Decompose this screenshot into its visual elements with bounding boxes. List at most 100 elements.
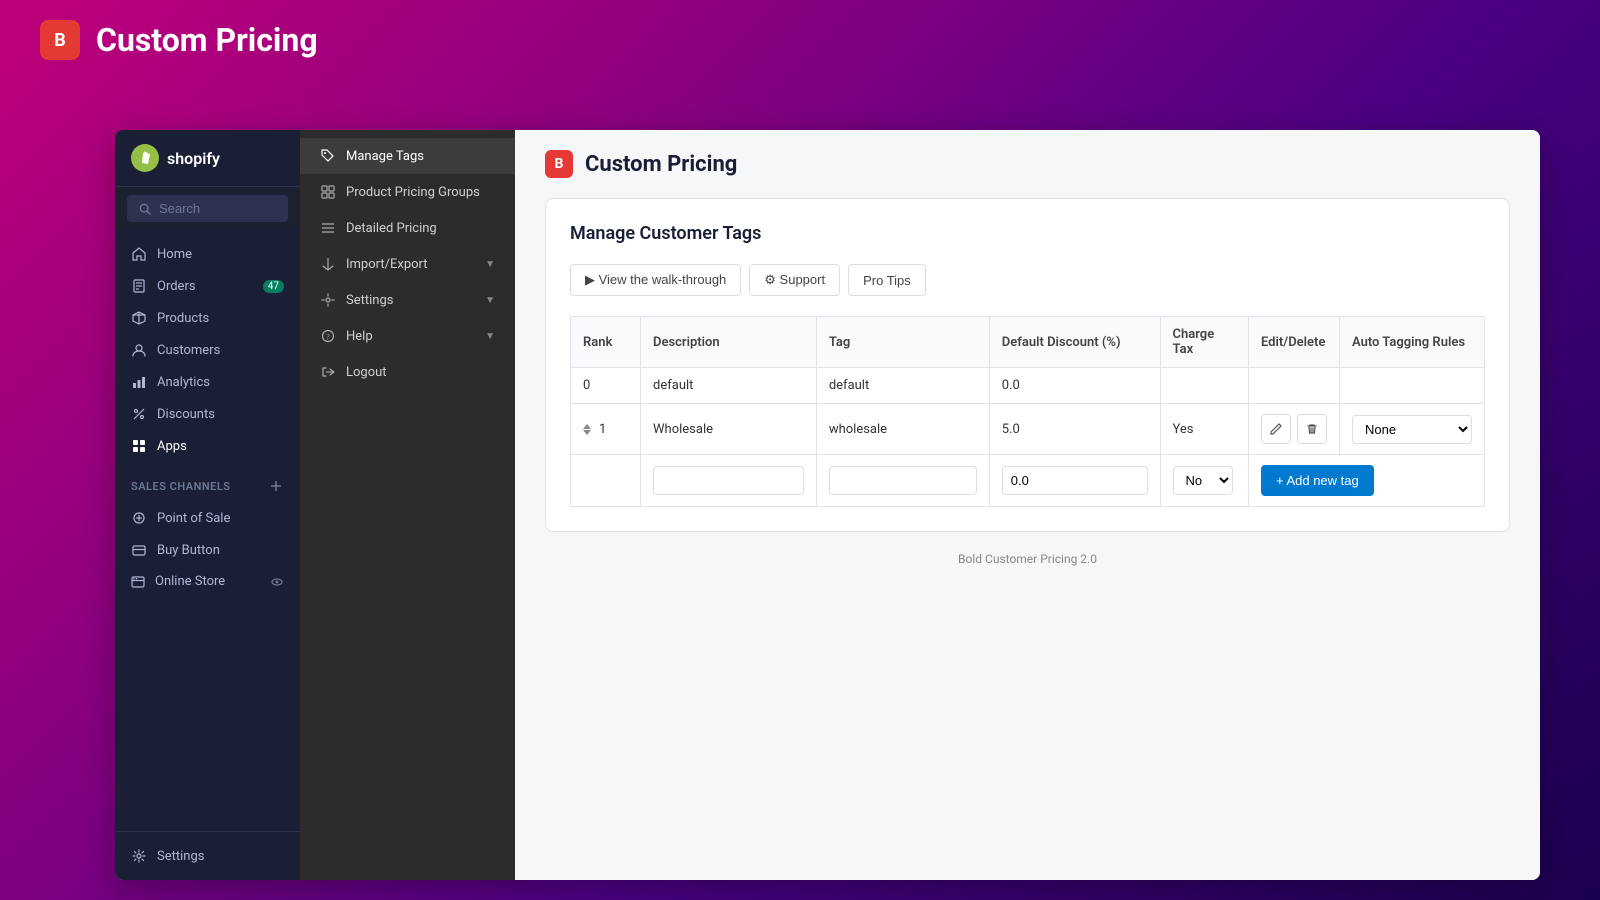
import-export-chevron: ▼ (485, 259, 495, 270)
col-rank: Rank (571, 317, 641, 368)
description-cell: default (641, 368, 817, 404)
search-icon (139, 202, 151, 216)
app-nav-product-pricing-groups[interactable]: Product Pricing Groups (300, 174, 515, 210)
tag-cell: default (816, 368, 989, 404)
edit-button[interactable] (1261, 414, 1291, 444)
orders-icon (131, 278, 147, 294)
main-container: shopify Home (115, 130, 1540, 880)
sidebar-bottom: Settings (115, 831, 300, 880)
app-nav-manage-tags[interactable]: Manage Tags (300, 138, 515, 174)
col-charge-tax: Charge Tax (1160, 317, 1248, 368)
home-icon (131, 246, 147, 262)
auto-tagging-select[interactable]: None (1352, 415, 1472, 444)
apps-icon (131, 438, 147, 454)
discounts-icon (131, 406, 147, 422)
sidebar-item-customers[interactable]: Customers (115, 334, 300, 366)
col-description: Description (641, 317, 817, 368)
page-content: B Custom Pricing Manage Customer Tags ▶ … (515, 130, 1540, 880)
col-tag: Tag (816, 317, 989, 368)
eye-icon (270, 575, 284, 589)
sidebar-item-orders[interactable]: Orders 47 (115, 270, 300, 302)
shopify-search-bar (115, 187, 300, 230)
new-description-input[interactable] (653, 466, 804, 495)
charge-tax-cell (1160, 368, 1248, 404)
analytics-icon (131, 374, 147, 390)
sidebar-nav: Home Orders 47 Products (115, 230, 300, 831)
page-logo: B (545, 150, 573, 178)
table-row: 1 Wholesale wholesale 5.0 (571, 404, 1485, 455)
page-title: Custom Pricing (585, 152, 737, 177)
col-default-discount: Default Discount (%) (989, 317, 1160, 368)
new-description-cell[interactable] (641, 455, 817, 507)
sidebar-item-discounts[interactable]: Discounts (115, 398, 300, 430)
sales-channels-header: SALES CHANNELS (115, 470, 300, 502)
new-rank-cell (571, 455, 641, 507)
rank-cell: 1 (571, 404, 641, 455)
settings-icon (131, 848, 147, 864)
auto-tagging-cell: None (1339, 404, 1484, 455)
charge-tax-cell: Yes (1160, 404, 1248, 455)
logout-icon (320, 364, 336, 380)
app-nav-import-export[interactable]: Import/Export ▼ (300, 246, 515, 282)
app-logo-icon: B (40, 20, 80, 60)
auto-tagging-cell (1339, 368, 1484, 404)
pos-icon (131, 510, 147, 526)
sidebar-item-apps[interactable]: Apps (115, 430, 300, 462)
sidebar-item-buy-button[interactable]: Buy Button (115, 534, 300, 566)
customers-icon (131, 342, 147, 358)
action-bar: ▶ View the walk-through ⚙ Support Pro Ti… (570, 264, 1485, 296)
edit-delete-cell (1248, 404, 1339, 455)
edit-delete-cell (1248, 368, 1339, 404)
buy-button-icon (131, 542, 147, 558)
new-tag-input[interactable] (829, 466, 977, 495)
footer-text: Bold Customer Pricing 2.0 (545, 552, 1510, 566)
shopify-logo-text: shopify (167, 149, 220, 168)
manage-tags-card: Manage Customer Tags ▶ View the walk-thr… (545, 198, 1510, 532)
add-new-tag-button[interactable]: + Add new tag (1261, 465, 1374, 496)
app-header: B Custom Pricing (0, 0, 1600, 80)
tag-icon (320, 148, 336, 164)
svg-text:?: ? (326, 333, 330, 342)
view-walkthrough-button[interactable]: ▶ View the walk-through (570, 264, 741, 296)
sidebar-item-products[interactable]: Products (115, 302, 300, 334)
sidebar-item-analytics[interactable]: Analytics (115, 366, 300, 398)
support-button[interactable]: ⚙ Support (749, 264, 840, 296)
add-sales-channel-button[interactable] (268, 478, 284, 494)
new-charge-tax-cell[interactable]: No Yes (1160, 455, 1248, 507)
settings-chevron: ▼ (485, 295, 495, 306)
app-nav-settings[interactable]: Settings ▼ (300, 282, 515, 318)
sidebar-item-home[interactable]: Home (115, 238, 300, 270)
import-icon (320, 256, 336, 272)
add-tag-cell: + Add new tag (1248, 455, 1484, 507)
tag-cell: wholesale (816, 404, 989, 455)
app-nav-help[interactable]: ? Help ▼ (300, 318, 515, 354)
app-settings-icon (320, 292, 336, 308)
new-discount-input[interactable] (1002, 466, 1148, 495)
app-nav-logout[interactable]: Logout (300, 354, 515, 390)
help-icon: ? (320, 328, 336, 344)
discount-cell: 0.0 (989, 368, 1160, 404)
content-area: B Custom Pricing Manage Customer Tags ▶ … (515, 130, 1540, 880)
sidebar-item-pos[interactable]: Point of Sale (115, 502, 300, 534)
shopify-logo-icon (131, 144, 159, 172)
delete-button[interactable] (1297, 414, 1327, 444)
pro-tips-button[interactable]: Pro Tips (848, 264, 926, 296)
search-input[interactable] (159, 201, 276, 216)
pricing-table: Rank Description Tag Default Discount (%… (570, 316, 1485, 507)
shopify-logo-bar: shopify (115, 130, 300, 187)
app-sidebar: Manage Tags Product Pricing Groups Detai… (300, 130, 515, 880)
new-tag-cell[interactable] (816, 455, 989, 507)
products-icon (131, 310, 147, 326)
sidebar-item-settings[interactable]: Settings (115, 840, 300, 872)
orders-badge: 47 (263, 280, 284, 293)
app-title: Custom Pricing (96, 21, 318, 59)
rank-cell: 0 (571, 368, 641, 404)
shopify-sidebar: shopify Home (115, 130, 300, 880)
app-nav-detailed-pricing[interactable]: Detailed Pricing (300, 210, 515, 246)
col-auto-tagging: Auto Tagging Rules (1339, 317, 1484, 368)
sidebar-item-online-store[interactable]: Online Store (115, 566, 300, 597)
new-charge-tax-select[interactable]: No Yes (1173, 466, 1233, 495)
new-discount-cell[interactable] (989, 455, 1160, 507)
page-header: B Custom Pricing (545, 150, 1510, 178)
grid-icon (320, 184, 336, 200)
